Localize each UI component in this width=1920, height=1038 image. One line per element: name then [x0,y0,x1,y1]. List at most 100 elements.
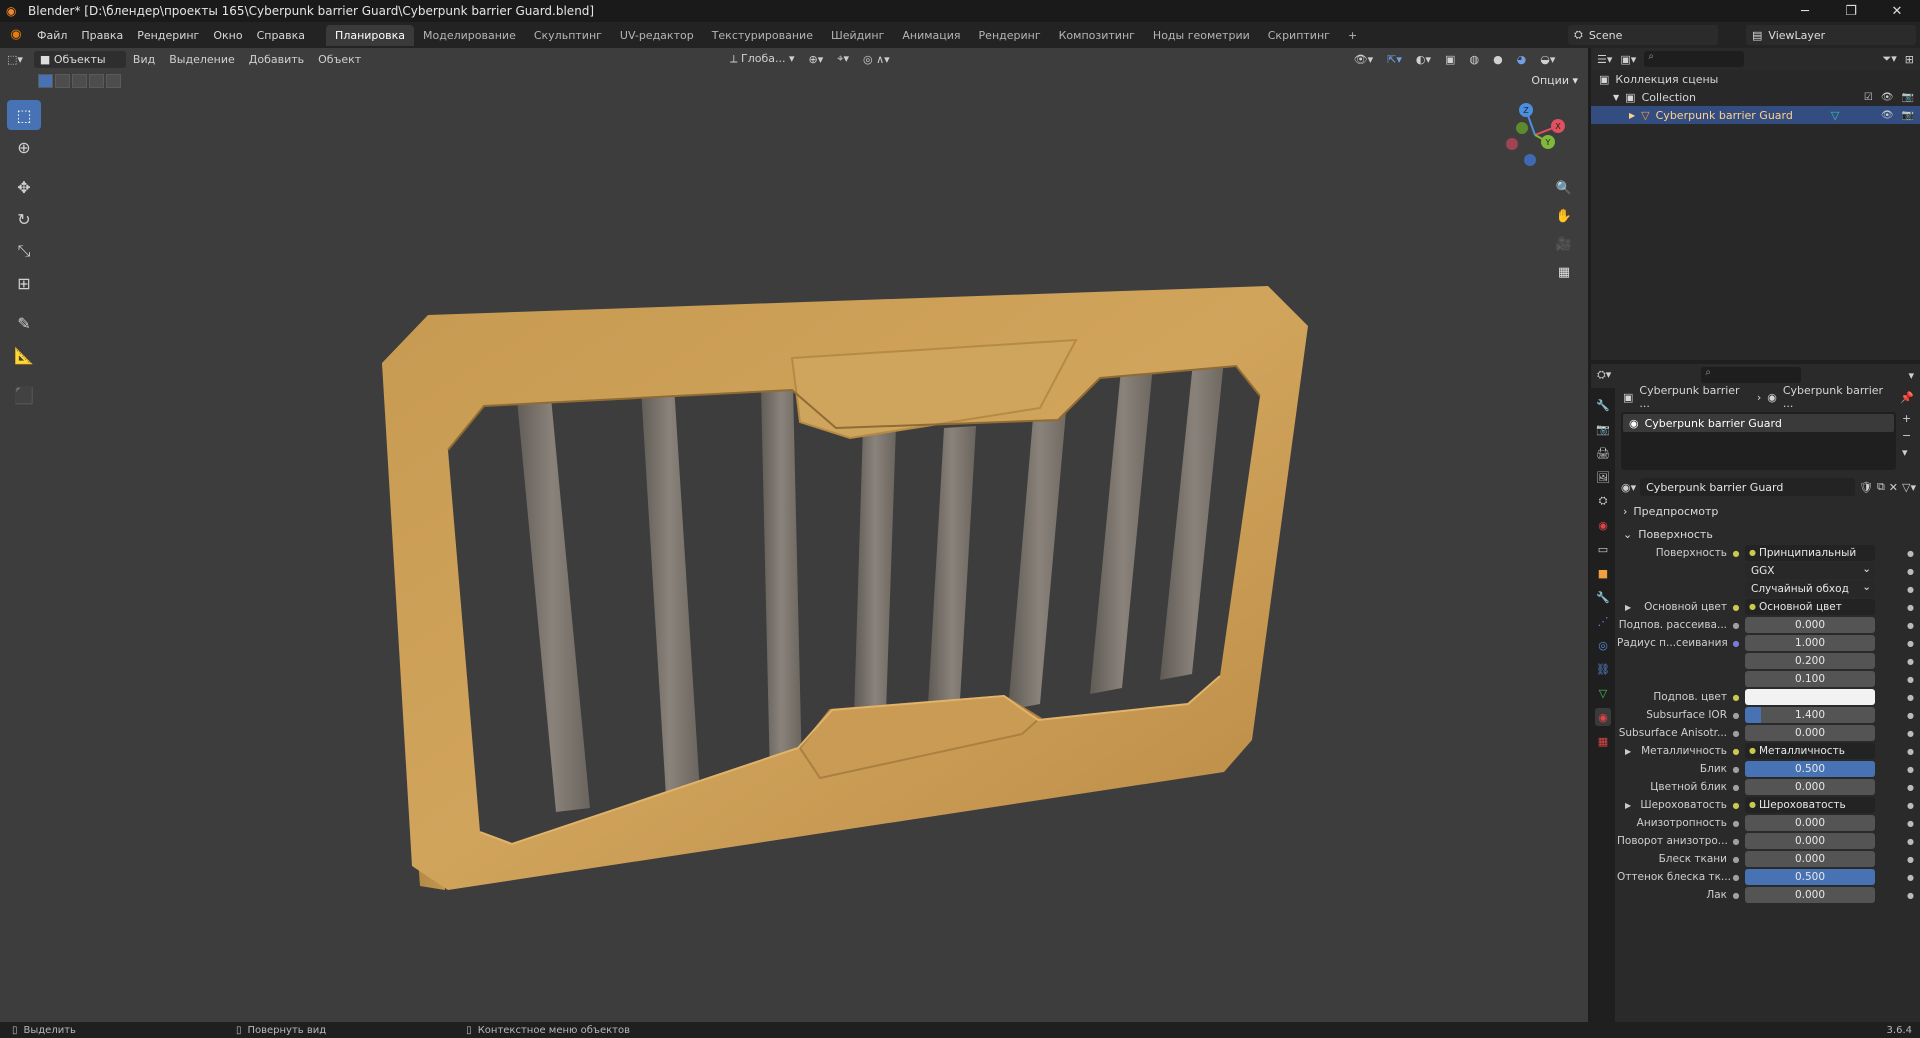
socket-dot-icon[interactable]: ● [1731,621,1741,630]
expand-arrow-icon[interactable]: ▶ [1625,747,1631,756]
material-filter-icon[interactable]: ▽▾ [1902,481,1916,494]
keyframe-dot-icon[interactable]: ● [1907,837,1914,846]
minimize-button[interactable]: ─ [1782,0,1828,22]
socket-dot-icon[interactable]: ● [1731,801,1741,810]
keyframe-dot-icon[interactable]: ● [1907,747,1914,756]
collapse-arrow-icon[interactable]: ▼ [1613,93,1619,102]
render-tab-icon[interactable]: 📷 [1595,420,1611,438]
scene-tab-icon[interactable]: ⛭ [1595,492,1611,510]
keyframe-dot-icon[interactable]: ● [1907,711,1914,720]
constraints-tab-icon[interactable]: ⛓ [1595,660,1611,678]
tab-rendering[interactable]: Рендеринг [970,25,1050,46]
slot-menu-icon[interactable]: ▾ [1902,446,1920,459]
object-row[interactable]: ▶ ▽ Cyberpunk barrier Guard ▽ 👁 📷 [1591,106,1920,124]
menu-window[interactable]: Окно [206,29,249,42]
property-field[interactable]: 0.200 [1745,653,1875,669]
keyframe-dot-icon[interactable]: ● [1907,675,1914,684]
socket-dot-icon[interactable]: ● [1731,873,1741,882]
socket-dot-icon[interactable]: ● [1731,765,1741,774]
socket-dot-icon[interactable]: ● [1731,891,1741,900]
add-workspace-button[interactable]: + [1339,25,1366,46]
restore-button[interactable]: ❐ [1828,0,1874,22]
property-field[interactable]: 0.500 [1745,761,1875,777]
checkbox-icon[interactable]: ☑ [1864,92,1873,103]
expand-arrow-icon[interactable]: ▶ [1625,801,1631,810]
socket-dot-icon[interactable]: ● [1731,549,1741,558]
socket-dot-icon[interactable]: ● [1731,837,1741,846]
socket-dot-icon[interactable]: ● [1731,729,1741,738]
menu-edit[interactable]: Правка [74,29,130,42]
property-field[interactable]: 1.000 [1745,635,1875,651]
blender-logo-icon[interactable]: ◉ [8,27,24,43]
tab-layout[interactable]: Планировка [326,24,415,46]
outliner-editor-icon[interactable]: ☰▾ [1597,53,1612,66]
pan-hand-icon[interactable]: ✋ [1552,204,1576,228]
tool-tab-icon[interactable]: 🔧 [1595,396,1611,414]
unlink-material-icon[interactable]: ✕ [1889,481,1898,494]
keyframe-dot-icon[interactable]: ● [1907,855,1914,864]
modifier-tab-icon[interactable]: 🔧 [1595,588,1611,606]
render-camera-icon[interactable]: 📷 [1902,110,1914,121]
expand-arrow-icon[interactable]: ▶ [1625,603,1631,612]
material-tab-icon[interactable]: ◉ [1595,708,1611,726]
property-field[interactable]: 0.000 [1745,833,1875,849]
tab-texture-paint[interactable]: Текстурирование [703,25,822,46]
keyframe-dot-icon[interactable]: ● [1907,657,1914,666]
property-field[interactable]: Металличность [1745,743,1875,759]
keyframe-dot-icon[interactable]: ● [1907,603,1914,612]
property-field[interactable]: Шероховатость [1745,797,1875,813]
socket-dot-icon[interactable]: ● [1731,855,1741,864]
scene-selector[interactable]: ⛭ Scene [1568,25,1718,45]
property-field[interactable]: 0.000 [1745,725,1875,741]
material-slot-item[interactable]: ◉ Cyberpunk barrier Guard [1623,414,1894,432]
properties-search-input[interactable]: ⌕ [1701,367,1802,383]
property-field[interactable]: 1.400 [1745,707,1875,723]
property-field[interactable]: 0.000 [1745,815,1875,831]
keyframe-dot-icon[interactable]: ● [1907,765,1914,774]
pin-icon[interactable]: 📌 [1900,391,1914,404]
property-dropdown[interactable]: Случайный обход ⌄ [1745,581,1875,597]
perspective-grid-icon[interactable]: ▦ [1552,260,1576,284]
close-button[interactable]: ✕ [1874,0,1920,22]
property-field[interactable]: Принципиальный BSDF [1745,545,1875,561]
tab-scripting[interactable]: Скриптинг [1259,25,1339,46]
browse-material-icon[interactable]: ◉▾ [1621,481,1636,494]
material-slot-list[interactable]: ◉ Cyberpunk barrier Guard [1621,412,1896,470]
keyframe-dot-icon[interactable]: ● [1907,585,1914,594]
keyframe-dot-icon[interactable]: ● [1907,567,1914,576]
property-field[interactable]: Основной цвет [1745,599,1875,615]
eye-icon[interactable]: 👁 [1881,110,1894,121]
keyframe-dot-icon[interactable]: ● [1907,729,1914,738]
menu-file[interactable]: Файл [30,29,74,42]
duplicate-material-icon[interactable]: ⧉ [1877,480,1885,494]
tab-sculpting[interactable]: Скульптинг [525,25,611,46]
properties-editor-icon[interactable]: ⛭▾ [1597,368,1611,382]
particles-tab-icon[interactable]: ⋰ [1595,612,1611,630]
texture-tab-icon[interactable]: ▦ [1595,732,1611,750]
tab-modeling[interactable]: Моделирование [414,25,525,46]
fake-user-icon[interactable]: 🛡 [1859,481,1873,494]
keyframe-dot-icon[interactable]: ● [1907,891,1914,900]
camera-view-icon[interactable]: 🎥 [1552,232,1576,256]
viewlayer-selector[interactable]: ▤ ViewLayer [1746,25,1916,45]
filter-icon[interactable]: ⏷▾ [1882,52,1896,66]
property-field[interactable] [1745,689,1875,705]
keyframe-dot-icon[interactable]: ● [1907,549,1914,558]
data-tab-icon[interactable]: ▽ [1595,684,1611,702]
collection-row[interactable]: ▼ ▣ Collection ☑ 👁 📷 [1591,88,1920,106]
add-slot-icon[interactable]: + [1902,412,1920,425]
property-field[interactable]: 0.000 [1745,617,1875,633]
tab-animation[interactable]: Анимация [893,25,969,46]
collection-tab-icon[interactable]: ▭ [1595,540,1611,558]
display-mode-icon[interactable]: ▣▾ [1620,53,1636,66]
keyframe-dot-icon[interactable]: ● [1907,639,1914,648]
object-tab-icon[interactable]: ■ [1595,564,1611,582]
navigation-gizmo[interactable]: X Z Y [1500,100,1570,170]
keyframe-dot-icon[interactable]: ● [1907,873,1914,882]
socket-dot-icon[interactable]: ● [1731,639,1741,648]
tab-shading[interactable]: Шейдинг [822,25,893,46]
property-field[interactable]: 0.500 [1745,869,1875,885]
property-field[interactable]: 0.000 [1745,887,1875,903]
new-collection-icon[interactable]: ⊞ [1905,53,1914,66]
menu-render[interactable]: Рендеринг [130,29,206,42]
